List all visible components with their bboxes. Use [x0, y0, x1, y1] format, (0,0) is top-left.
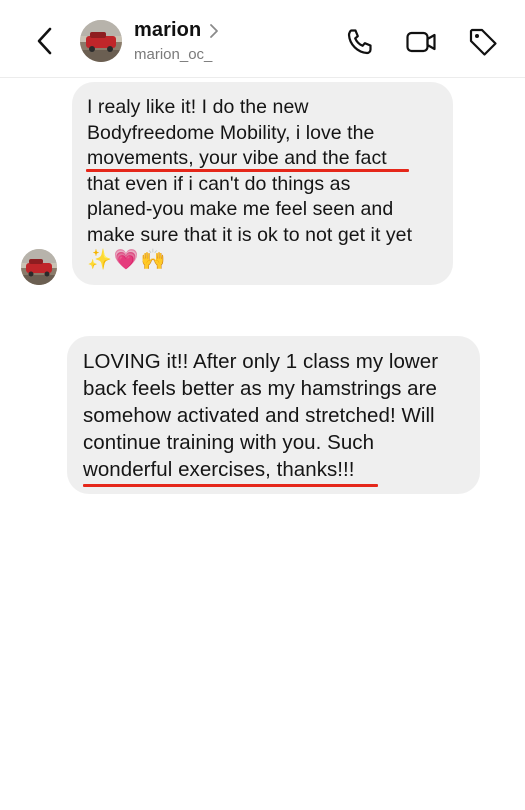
chevron-right-icon[interactable]: [209, 23, 219, 39]
message-text-line: Bodyfreedome Mobility, i love the: [87, 121, 375, 144]
message-text-line: planed-you make me feel seen and: [87, 198, 394, 220]
message-text-line: somehow activated and stretched! Will: [83, 404, 435, 427]
sender-avatar[interactable]: [21, 249, 57, 285]
message-text-line: LOVING it!! After only 1 class my lower: [83, 350, 439, 373]
message-text-line: back feels better as my hamstrings are: [83, 377, 437, 400]
message-bubble[interactable]: I realy like it! I do the new Bodyfreedo…: [72, 82, 453, 285]
message-text-line: movements, your vibe and the fact: [87, 147, 387, 169]
message-text-line: make sure that it is ok to not get it ye…: [87, 223, 413, 246]
phone-icon[interactable]: [344, 26, 376, 58]
red-underline-annotation: [86, 169, 409, 172]
message-bubble[interactable]: LOVING it!! After only 1 class my lower …: [67, 336, 480, 494]
message-text-line: continue training with you. Such: [83, 431, 375, 454]
chat-header: marion marion_oc_: [0, 0, 525, 78]
message-text-line: I realy like it! I do the new: [87, 96, 309, 118]
red-underline-annotation: [83, 484, 378, 487]
message-text-line: wonderful exercises, thanks!!!: [83, 458, 355, 481]
back-chevron-icon[interactable]: [30, 24, 60, 58]
tag-icon[interactable]: [467, 26, 499, 58]
message-text-line: that even if i can't do things as: [87, 172, 351, 195]
video-camera-icon[interactable]: [405, 26, 437, 58]
emoji-line: ✨💗🙌: [87, 249, 168, 271]
contact-handle: marion_oc_: [134, 46, 213, 63]
contact-name[interactable]: marion: [134, 19, 201, 42]
avatar[interactable]: [80, 20, 122, 62]
